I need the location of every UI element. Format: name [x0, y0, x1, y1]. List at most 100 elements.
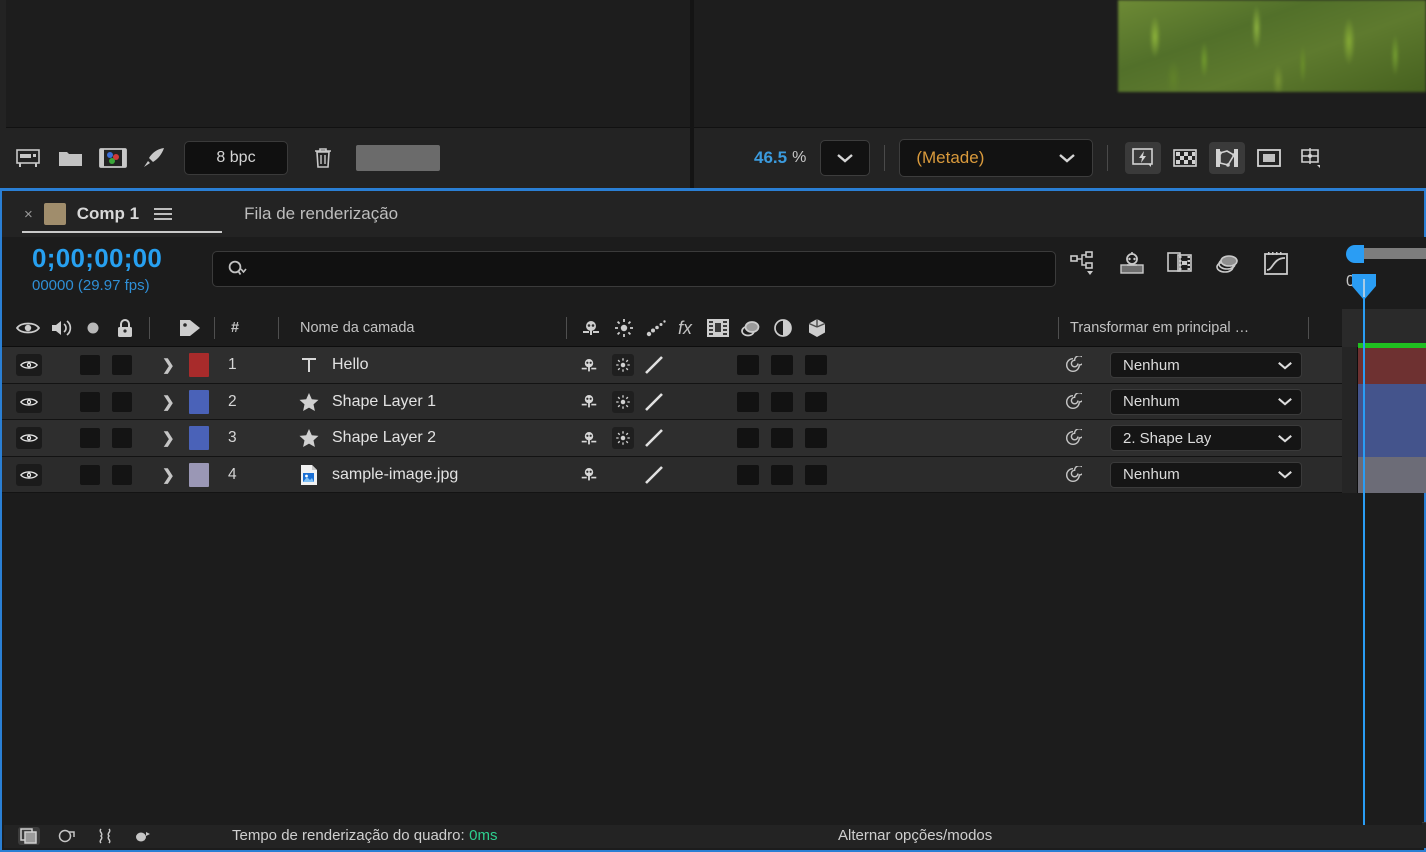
composition-mini-flowchart-icon[interactable] — [1070, 251, 1098, 277]
header-quality-icon[interactable] — [614, 309, 634, 347]
new-folder-icon[interactable] — [50, 141, 92, 175]
layer-label-color[interactable] — [189, 463, 209, 487]
header-parent-link[interactable]: Transformar em principal … — [1070, 309, 1249, 347]
region-of-interest-icon[interactable] — [1248, 141, 1290, 175]
layer-collapse-switch[interactable] — [771, 355, 793, 375]
inout-panel-icon[interactable] — [94, 827, 116, 845]
layer-name[interactable]: Hello — [332, 347, 368, 384]
layer-3d-switch[interactable] — [805, 465, 827, 485]
layer-timeline-strip[interactable] — [1342, 384, 1426, 421]
layer-twirl-arrow[interactable]: ❯ — [162, 347, 175, 384]
mask-guides-icon[interactable] — [1209, 142, 1245, 174]
parent-pick-whip-icon[interactable] — [1064, 429, 1082, 447]
header-3d-layer-icon[interactable] — [806, 309, 828, 347]
work-area-bar[interactable] — [1354, 248, 1426, 259]
zoom-dropdown[interactable] — [820, 140, 870, 176]
layer-visibility-toggle[interactable] — [16, 391, 42, 413]
layer-collapse-switch[interactable] — [771, 465, 793, 485]
header-adjustment-layer-icon[interactable] — [773, 309, 793, 347]
layer-visibility-toggle[interactable] — [16, 464, 42, 486]
transparency-grid-icon[interactable] — [1164, 141, 1206, 175]
fast-preview-icon[interactable] — [1125, 142, 1161, 174]
layer-audio-toggle[interactable] — [80, 392, 100, 412]
layer-name[interactable]: Shape Layer 2 — [332, 420, 436, 457]
toggle-switches-modes-label[interactable]: Alternar opções/modos — [838, 827, 992, 844]
parent-pick-whip-icon[interactable] — [1064, 356, 1082, 374]
table-row[interactable]: ❯2Shape Layer 1Nenhum — [2, 384, 1424, 421]
layer-audio-toggle[interactable] — [80, 355, 100, 375]
hide-shy-layers-icon[interactable] — [1166, 251, 1194, 277]
graph-editor-icon[interactable] — [1262, 251, 1290, 277]
layer-quality-switch[interactable] — [612, 354, 634, 376]
layer-solo-toggle[interactable] — [112, 465, 132, 485]
layer-name[interactable]: Shape Layer 1 — [332, 384, 436, 421]
layer-quality-switch[interactable] — [612, 427, 634, 449]
layer-parent-dropdown[interactable]: Nenhum — [1110, 389, 1302, 415]
header-collapse-icon[interactable] — [739, 309, 763, 347]
layer-parent-dropdown[interactable]: Nenhum — [1110, 462, 1302, 488]
header-motion-blur-icon[interactable] — [646, 309, 668, 347]
header-shy-icon[interactable] — [580, 309, 602, 347]
table-row[interactable]: ❯1HelloNenhum — [2, 347, 1424, 384]
layer-fx-switch[interactable] — [737, 355, 759, 375]
playhead-line[interactable] — [1363, 283, 1365, 825]
layer-motion-blur-switch[interactable] — [643, 464, 665, 486]
layer-shy-switch[interactable] — [578, 464, 600, 486]
layer-timeline-strip[interactable] — [1342, 457, 1426, 494]
layer-label-color[interactable] — [189, 353, 209, 377]
transfer-controls-icon[interactable] — [56, 827, 78, 845]
layer-solo-toggle[interactable] — [112, 392, 132, 412]
header-number[interactable]: # — [231, 309, 239, 347]
layer-label-color[interactable] — [189, 426, 209, 450]
table-row[interactable]: ❯3Shape Layer 22. Shape Lay — [2, 420, 1424, 457]
close-icon[interactable]: × — [24, 206, 33, 223]
header-frame-blending-icon[interactable] — [706, 309, 730, 347]
layer-fx-switch[interactable] — [737, 465, 759, 485]
tab-render-queue[interactable]: Fila de renderização — [244, 204, 398, 224]
layer-twirl-arrow[interactable]: ❯ — [162, 384, 175, 421]
layer-shy-switch[interactable] — [578, 354, 600, 376]
header-solo-icon[interactable] — [85, 309, 101, 347]
timeline-empty-area[interactable] — [4, 493, 1422, 825]
layer-3d-switch[interactable] — [805, 428, 827, 448]
layer-fx-switch[interactable] — [737, 428, 759, 448]
bit-depth-button[interactable]: 8 bpc — [184, 141, 288, 175]
render-time-icon[interactable] — [132, 827, 154, 845]
layer-parent-dropdown[interactable]: 2. Shape Lay — [1110, 425, 1302, 451]
layer-visibility-toggle[interactable] — [16, 354, 42, 376]
parent-pick-whip-icon[interactable] — [1064, 466, 1082, 484]
header-fx-icon[interactable]: fx — [678, 309, 692, 347]
layer-timeline-strip[interactable] — [1342, 347, 1426, 384]
layer-twirl-arrow[interactable]: ❯ — [162, 457, 175, 494]
panel-menu-icon[interactable] — [154, 208, 172, 220]
layer-audio-toggle[interactable] — [80, 428, 100, 448]
composition-viewer[interactable] — [694, 0, 1426, 128]
layer-quality-switch[interactable] — [612, 391, 634, 413]
layer-motion-blur-switch[interactable] — [643, 427, 665, 449]
header-audio-icon[interactable] — [50, 309, 74, 347]
layer-timeline-strip[interactable] — [1342, 420, 1426, 457]
layer-name[interactable]: sample-image.jpg — [332, 457, 458, 494]
table-row[interactable]: ❯4sample-image.jpgNenhum — [2, 457, 1424, 494]
header-lock-icon[interactable] — [115, 309, 135, 347]
layer-label-color[interactable] — [189, 390, 209, 414]
new-composition-icon[interactable] — [92, 141, 134, 175]
layer-twirl-arrow[interactable]: ❯ — [162, 420, 175, 457]
layer-3d-switch[interactable] — [805, 392, 827, 412]
zoom-level-value[interactable]: 46.5 — [754, 148, 787, 168]
layer-collapse-switch[interactable] — [771, 392, 793, 412]
delete-icon[interactable] — [302, 141, 344, 175]
layer-shy-switch[interactable] — [578, 391, 600, 413]
project-settings-icon[interactable] — [8, 141, 50, 175]
layer-shy-switch[interactable] — [578, 427, 600, 449]
layer-parent-dropdown[interactable]: Nenhum — [1110, 352, 1302, 378]
frame-blending-icon[interactable] — [1214, 251, 1242, 277]
resolution-dropdown[interactable]: (Metade) — [899, 139, 1093, 177]
grid-guides-icon[interactable] — [1290, 141, 1332, 175]
draft-3d-icon[interactable] — [1118, 251, 1146, 277]
rocket-icon[interactable] — [134, 141, 176, 175]
header-layer-name[interactable]: Nome da camada — [300, 309, 414, 347]
layer-solo-toggle[interactable] — [112, 428, 132, 448]
current-timecode[interactable]: 0;00;00;00 — [32, 243, 162, 274]
layer-motion-blur-switch[interactable] — [643, 391, 665, 413]
